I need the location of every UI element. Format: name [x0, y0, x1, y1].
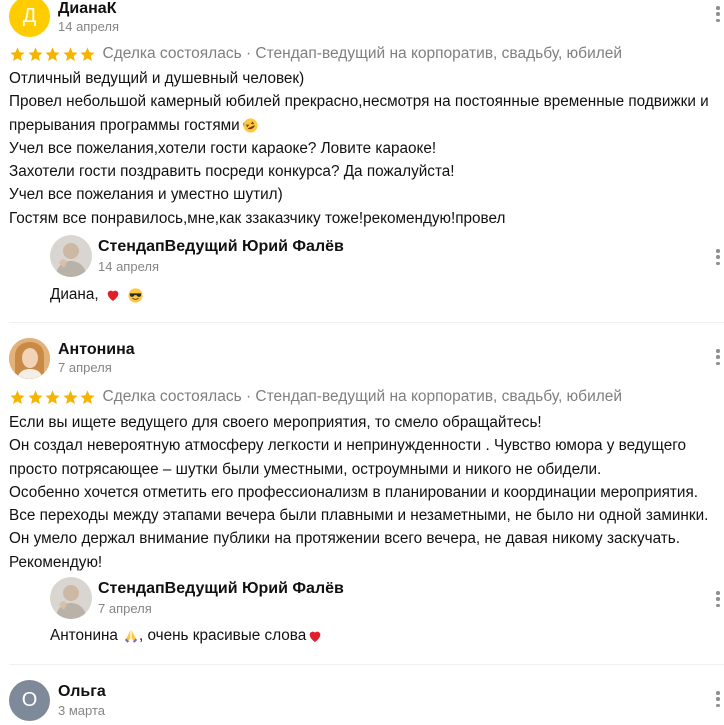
- review-author[interactable]: ДианаК: [58, 0, 116, 18]
- star-icon: [10, 389, 25, 404]
- review-text-line: прерывания программы гостями: [9, 116, 240, 134]
- more-options-button[interactable]: [714, 347, 722, 367]
- reply-text: Диана,: [50, 286, 147, 304]
- reply-avatar[interactable]: [50, 577, 92, 619]
- review-date: 14 апреля: [58, 19, 119, 34]
- reply-author[interactable]: СтендапВедущий Юрий Фалёв: [98, 580, 344, 598]
- avatar-photo: [50, 235, 92, 277]
- star-icon: [27, 46, 43, 61]
- review-meta: Сделка состоялась · Стендап-ведущий на к…: [9, 388, 622, 406]
- review-meta-text: Сделка состоялась · Стендап-ведущий на к…: [102, 45, 623, 62]
- reply-date: 14 апреля: [98, 259, 159, 274]
- more-options-button[interactable]: [714, 689, 722, 709]
- review-text-line: Рекомендую!: [9, 553, 103, 571]
- review-meta-text: Сделка состоялась · Стендап-ведущий на к…: [102, 388, 623, 405]
- avatar-letter: О: [21, 689, 38, 711]
- more-options-button[interactable]: [714, 4, 722, 24]
- heart-icon: [309, 631, 321, 642]
- star-icon: [45, 389, 60, 404]
- review-text: Отличный ведущий и душевный человек) Про…: [9, 67, 724, 230]
- review-text-line: Учел все пожелания и уместно шутил): [9, 186, 283, 204]
- review-text-line: Захотели гости поздравить посреди конкур…: [9, 163, 455, 181]
- avatar-photo: [9, 338, 50, 379]
- avatar[interactable]: Д: [9, 0, 50, 37]
- reply-text: Антонина , очень красивые слова: [50, 627, 326, 645]
- reply-date: 7 апреля: [98, 601, 152, 616]
- star-icon: [62, 389, 78, 404]
- review-meta: Сделка состоялась · Стендап-ведущий на к…: [9, 45, 622, 63]
- review-text-line: Особенно хочется отметить его профессион…: [9, 483, 698, 501]
- avatar-photo: [50, 577, 92, 619]
- sunglasses-smiley-icon: [128, 287, 143, 303]
- review-text-line: Он умело держал внимание публики на прот…: [9, 530, 681, 548]
- star-icon: [45, 46, 60, 61]
- divider: [9, 322, 724, 323]
- rating-stars: [9, 389, 97, 406]
- review-text-line: просто потрясающее – шутки были уместным…: [9, 460, 602, 478]
- reply-text-content: , очень красивые слова: [138, 627, 307, 644]
- star-icon: [80, 46, 95, 61]
- praying-hands-icon: [124, 630, 137, 643]
- rofl-emoji-icon: [242, 118, 258, 133]
- review-text-line: Если вы ищете ведущего для своего меропр…: [9, 414, 542, 431]
- star-icon: [80, 389, 95, 404]
- review-text-line: Он создал невероятную атмосферу легкости…: [9, 437, 686, 455]
- star-icon: [10, 46, 25, 61]
- divider: [9, 664, 724, 665]
- review-author[interactable]: Ольга: [58, 683, 106, 701]
- review-text-line: Отличный ведущий и душевный человек): [9, 70, 305, 87]
- review-text: Если вы ищете ведущего для своего меропр…: [9, 411, 724, 574]
- reply-more-options-button[interactable]: [714, 589, 722, 609]
- heart-icon: [107, 290, 118, 301]
- review-date: 7 апреля: [58, 360, 112, 375]
- avatar[interactable]: О: [9, 680, 50, 721]
- reply-text-content: Диана,: [50, 286, 99, 303]
- reply-more-options-button[interactable]: [714, 247, 722, 267]
- reply-text-content: Антонина: [50, 627, 118, 644]
- review-text-line: Провел небольшой камерный юбилей прекрас…: [9, 93, 709, 111]
- avatar[interactable]: [9, 338, 50, 379]
- reply-avatar[interactable]: [50, 235, 92, 277]
- star-icon: [62, 46, 78, 61]
- reply-author[interactable]: СтендапВедущий Юрий Фалёв: [98, 238, 344, 256]
- review-author[interactable]: Антонина: [58, 341, 135, 359]
- avatar-letter: Д: [22, 5, 37, 27]
- review-date: 3 марта: [58, 703, 105, 718]
- rating-stars: [9, 46, 97, 63]
- review-text-line: Гостям все понравилось,мне,как ззаказчик…: [9, 209, 506, 227]
- review-text-line-with-emoji: прерывания программы гостями: [9, 114, 724, 137]
- star-icon: [27, 389, 43, 404]
- review-text-line: Учел все пожелания,хотели гости караоке?…: [9, 139, 437, 157]
- review-text-line: Все переходы между этапами вечера были п…: [9, 507, 709, 525]
